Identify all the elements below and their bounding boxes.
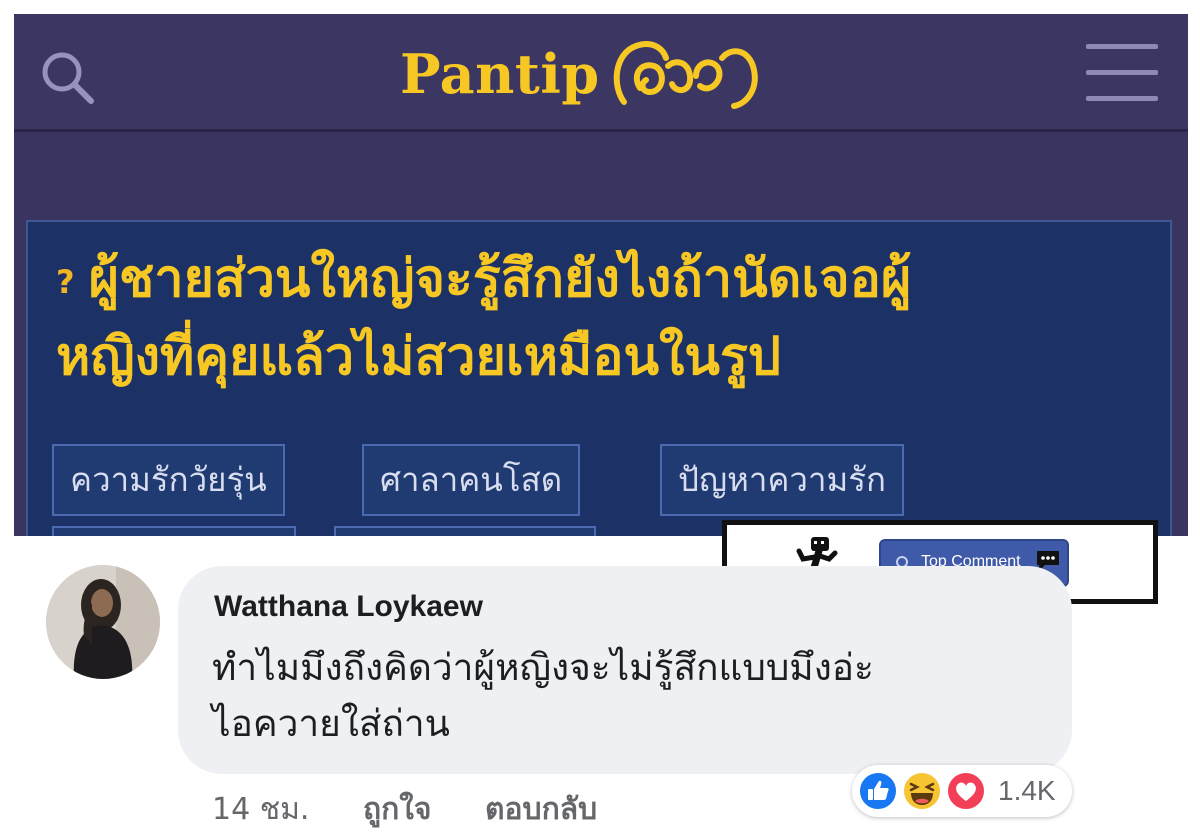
pantip-header: Pantip [14, 14, 1188, 132]
avatar[interactable] [46, 565, 160, 679]
love-icon [946, 771, 986, 811]
pantip-screenshot: Pantip ? ผู้ชายส่วนใหญ่จะรู้สึกยังไงถ้านั… [14, 14, 1188, 536]
tag-item[interactable]: ความรักวัยรุ่น [52, 444, 285, 516]
comment-time[interactable]: 14 ชม. [212, 792, 309, 827]
haha-icon [902, 771, 942, 811]
reactions-summary[interactable]: 1.4K [852, 765, 1072, 817]
pantip-logo[interactable]: Pantip [400, 34, 760, 114]
pantip-logo-mark-icon [613, 41, 758, 109]
menu-icon[interactable] [1086, 42, 1158, 104]
comment-bubble: Watthana Loykaew ทำไมมึงถึงคิดว่าผู้หญิง… [178, 566, 1072, 774]
reply-button[interactable]: ตอบกลับ [485, 792, 597, 827]
comment-text-line1: ทำไมมึงถึงคิดว่าผู้หญิงจะไม่รู้สึกแบบมึง… [212, 646, 874, 689]
tag-item-cropped[interactable] [334, 526, 596, 536]
search-icon[interactable] [40, 50, 96, 106]
tag-item[interactable]: ปัญหาความรัก [660, 444, 904, 516]
comment-actions: 14 ชม. ถูกใจ ตอบกลับ [212, 786, 641, 833]
tag-item-cropped[interactable] [52, 526, 296, 536]
like-icon [858, 771, 898, 811]
comment-text-line2: ไอควายใส่ถ่าน [212, 702, 450, 745]
topic-card: ? ผู้ชายส่วนใหญ่จะรู้สึกยังไงถ้านัดเจอผู้… [26, 220, 1172, 536]
like-button[interactable]: ถูกใจ [363, 792, 432, 827]
topic-title-line1: ผู้ชายส่วนใหญ่จะรู้สึกยังไงถ้านัดเจอผู้ [88, 249, 912, 309]
comment-text: ทำไมมึงถึงคิดว่าผู้หญิงจะไม่รู้สึกแบบมึง… [212, 640, 1052, 752]
pantip-logo-text: Pantip [400, 42, 600, 106]
topic-title[interactable]: ? ผู้ชายส่วนใหญ่จะรู้สึกยังไงถ้านัดเจอผู้… [56, 242, 1156, 395]
avatar-photo [46, 565, 160, 679]
topic-title-line2: หญิงที่คุยแล้วไม่สวยเหมือนในรูป [56, 326, 781, 387]
comment-author[interactable]: Watthana Loykaew [214, 590, 483, 624]
question-mark-icon: ? [56, 262, 75, 301]
tag-item[interactable]: ศาลาคนโสด [362, 444, 581, 516]
reaction-count: 1.4K [998, 775, 1056, 806]
